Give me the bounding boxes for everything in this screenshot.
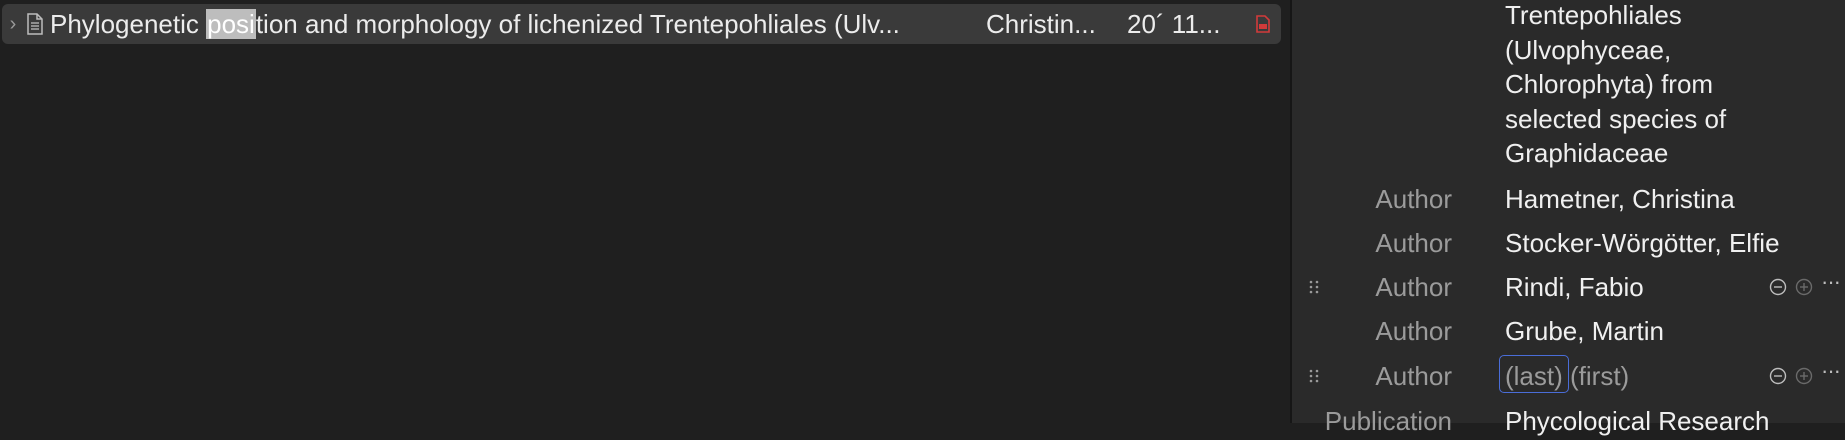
- author-label[interactable]: Author: [1375, 272, 1452, 303]
- author-label[interactable]: Author: [1375, 184, 1452, 215]
- grip-icon[interactable]: [1309, 280, 1319, 294]
- more-icon[interactable]: ···: [1821, 269, 1841, 295]
- publication-value[interactable]: Phycological Research: [1505, 406, 1769, 437]
- chevron-right-icon[interactable]: ›: [4, 13, 22, 36]
- item-date: 20´ 11...: [1127, 8, 1221, 39]
- new-author-row-actions: ···: [1769, 358, 1841, 385]
- author-row-hovered[interactable]: Author Rindi, Fabio ···: [1292, 266, 1845, 306]
- item-title-pre: Phylogenetic: [50, 8, 207, 39]
- search-highlight: posi: [206, 8, 256, 39]
- author-row[interactable]: Author Grube, Martin: [1292, 310, 1845, 350]
- author-row[interactable]: Author Stocker-Wörgötter, Elfie: [1292, 222, 1845, 262]
- last-name-placeholder: (last): [1505, 361, 1563, 391]
- item-creator: Christin...: [986, 8, 1096, 39]
- minus-circle-icon[interactable]: [1769, 278, 1787, 296]
- title-line: Graphidaceae: [1505, 138, 1669, 168]
- plus-circle-icon[interactable]: [1795, 278, 1813, 296]
- document-icon: [27, 13, 43, 35]
- author-name[interactable]: Grube, Martin: [1505, 316, 1664, 347]
- more-icon[interactable]: ···: [1821, 358, 1841, 384]
- items-pane: › Phylogenetic position and morphology o…: [0, 0, 1290, 423]
- author-label[interactable]: Author: [1375, 228, 1452, 259]
- item-title: Phylogenetic position and morphology of …: [50, 8, 970, 40]
- grip-icon[interactable]: [1309, 369, 1319, 383]
- minus-circle-icon[interactable]: [1769, 367, 1787, 385]
- last-name-input[interactable]: (last) (first): [1505, 361, 1629, 392]
- title-line: Trentepohliales: [1505, 0, 1682, 30]
- author-label[interactable]: Author: [1375, 316, 1452, 347]
- author-label[interactable]: Author: [1375, 361, 1452, 392]
- publication-row[interactable]: Publication Phycological Research: [1292, 400, 1845, 440]
- publication-label[interactable]: Publication: [1325, 406, 1452, 437]
- pdf-icon[interactable]: [1254, 14, 1272, 34]
- title-line: Chlorophyta) from: [1505, 69, 1714, 99]
- title-field-value[interactable]: Trentepohliales (Ulvophyceae, Chlorophyt…: [1505, 0, 1726, 171]
- title-line: selected species of: [1505, 103, 1727, 134]
- author-row-actions: ···: [1769, 269, 1841, 296]
- author-row[interactable]: Author Hametner, Christina: [1292, 178, 1845, 218]
- new-author-row[interactable]: Author (last) (first) ···: [1292, 355, 1845, 395]
- plus-circle-icon[interactable]: [1795, 367, 1813, 385]
- author-name[interactable]: Rindi, Fabio: [1505, 272, 1644, 303]
- author-name[interactable]: Stocker-Wörgötter, Elfie: [1505, 228, 1780, 259]
- item-row-selected[interactable]: › Phylogenetic position and morphology o…: [2, 4, 1281, 44]
- item-info-pane: Trentepohliales (Ulvophyceae, Chlorophyt…: [1292, 0, 1845, 436]
- first-name-input[interactable]: (first): [1570, 361, 1629, 391]
- title-line: (Ulvophyceae,: [1505, 34, 1672, 65]
- author-name[interactable]: Hametner, Christina: [1505, 184, 1735, 215]
- item-title-post: tion and morphology of lichenized Trente…: [255, 8, 900, 39]
